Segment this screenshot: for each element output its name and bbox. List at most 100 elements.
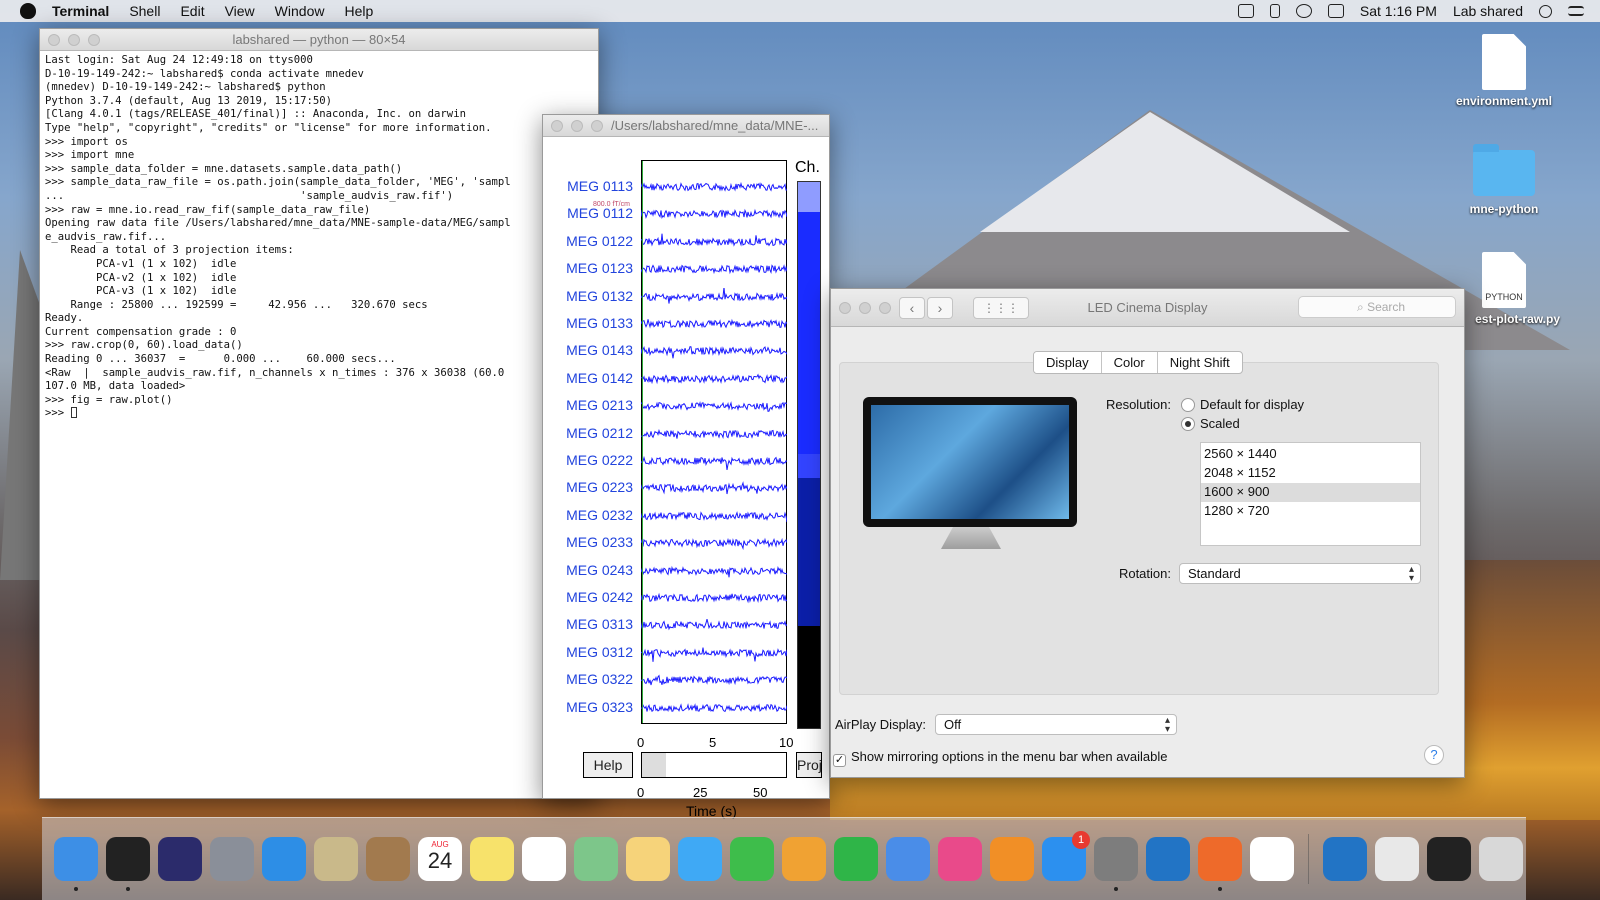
search-icon[interactable] <box>1539 4 1552 18</box>
forward-button[interactable]: › <box>927 296 953 319</box>
channel-label[interactable]: MEG 0132 <box>553 288 633 304</box>
app-store-icon[interactable]: 1 <box>1042 831 1090 881</box>
ibooks-icon[interactable] <box>990 837 1034 881</box>
mne-plot-canvas[interactable]: 800.0 fT/cm Ch. 0 5 10 Help Proj 0 25 50… <box>543 137 829 819</box>
channel-label[interactable]: MEG 0213 <box>553 397 633 413</box>
menu-list-icon[interactable] <box>1568 6 1584 16</box>
menu-view[interactable]: View <box>225 3 255 19</box>
resolution-option-selected[interactable]: 1600 × 900 <box>1201 483 1420 502</box>
numbers-icon[interactable] <box>834 837 878 881</box>
channel-label[interactable]: MEG 0143 <box>553 342 633 358</box>
minimize-button[interactable] <box>571 119 583 132</box>
tab-night-shift[interactable]: Night Shift <box>1158 352 1242 373</box>
trash-icon[interactable] <box>1479 837 1523 881</box>
menubar-clock[interactable]: Sat 1:16 PM <box>1360 3 1437 19</box>
mirroring-option[interactable]: ✓ Show mirroring options in the menu bar … <box>833 749 1168 767</box>
menubar-user[interactable]: Lab shared <box>1453 3 1523 19</box>
zoom-button[interactable] <box>88 33 100 46</box>
wifi-icon[interactable] <box>1295 4 1312 18</box>
terminal-titlebar[interactable]: labshared — python — 80×54 <box>40 29 598 51</box>
mne-raw-plot-window[interactable]: /Users/labshared/mne_data/MNE-... 800.0 … <box>542 114 830 819</box>
show-all-button[interactable]: ⋮⋮⋮ <box>973 296 1029 319</box>
itunes-icon[interactable] <box>938 837 982 881</box>
back-button[interactable]: ‹ <box>899 296 925 319</box>
document-icon[interactable] <box>1250 837 1294 881</box>
channel-label[interactable]: MEG 0323 <box>553 699 633 715</box>
tab-display[interactable]: Display <box>1034 352 1102 373</box>
resolution-option[interactable]: 2048 × 1152 <box>1201 464 1420 483</box>
tab-color[interactable]: Color <box>1102 352 1158 373</box>
displays-preferences-window[interactable]: ‹ › ⋮⋮⋮ LED Cinema Display ⌕ Search Disp… <box>830 288 1465 778</box>
zoom-button[interactable] <box>879 301 891 314</box>
contacts-icon[interactable] <box>366 837 410 881</box>
close-button[interactable] <box>48 33 60 46</box>
minimize-button[interactable] <box>859 301 871 314</box>
time-scrollbar[interactable] <box>641 752 787 778</box>
terminal-icon[interactable] <box>106 837 150 891</box>
channel-scrollbar[interactable] <box>797 181 821 729</box>
time-scrollbar-thumb[interactable] <box>642 753 666 777</box>
radio-button[interactable] <box>1181 416 1195 431</box>
mail-icon[interactable] <box>314 837 358 881</box>
vscode-icon[interactable] <box>1146 837 1190 881</box>
channel-label[interactable]: MEG 0212 <box>553 425 633 441</box>
rotation-select[interactable]: Standard ▴ ▾ <box>1179 563 1421 584</box>
shield-icon[interactable] <box>1237 4 1254 18</box>
menu-window[interactable]: Window <box>275 3 325 19</box>
help-button[interactable]: ? <box>1424 745 1444 765</box>
maps-icon[interactable] <box>574 837 618 881</box>
channel-label[interactable]: MEG 0133 <box>553 315 633 331</box>
radio-default-for-display[interactable]: Default for display <box>1181 397 1304 412</box>
system-preferences-icon[interactable] <box>1094 837 1138 891</box>
resolution-option[interactable]: 2560 × 1440 <box>1201 445 1420 464</box>
close-button[interactable] <box>839 301 851 314</box>
proj-button[interactable]: Proj <box>796 752 822 778</box>
terminal-doc-icon[interactable] <box>1427 837 1471 881</box>
messages-icon[interactable] <box>678 837 722 881</box>
facetime-icon[interactable] <box>730 837 774 881</box>
resolution-option[interactable]: 1280 × 720 <box>1201 502 1420 521</box>
vscode-doc-icon[interactable] <box>1323 837 1367 881</box>
mne-plot-titlebar[interactable]: /Users/labshared/mne_data/MNE-... <box>543 115 829 137</box>
photos-icon[interactable] <box>626 837 670 881</box>
channel-label[interactable]: MEG 0312 <box>553 644 633 660</box>
channel-label[interactable]: MEG 0112 <box>553 205 633 221</box>
firefox-icon[interactable] <box>1198 837 1242 891</box>
keynote-icon[interactable] <box>886 837 930 881</box>
channel-label[interactable]: MEG 0113 <box>553 178 633 194</box>
radio-scaled[interactable]: Scaled <box>1181 416 1240 431</box>
preview-icon[interactable] <box>1375 837 1419 881</box>
channel-label[interactable]: MEG 0242 <box>553 589 633 605</box>
desktop-file-environment[interactable]: environment.yml <box>1444 34 1564 108</box>
radio-button[interactable] <box>1181 397 1195 412</box>
app-menu[interactable]: Terminal <box>52 3 109 19</box>
terminal-window[interactable]: labshared — python — 80×54 Last login: S… <box>39 28 599 799</box>
desktop-folder-mne-python[interactable]: mne-python <box>1444 144 1564 216</box>
channel-label[interactable]: MEG 0313 <box>553 616 633 632</box>
channel-label[interactable]: MEG 0123 <box>553 260 633 276</box>
displays-titlebar[interactable]: ‹ › ⋮⋮⋮ LED Cinema Display ⌕ Search <box>831 289 1464 327</box>
close-button[interactable] <box>551 119 563 132</box>
launchpad-icon[interactable] <box>210 837 254 881</box>
safari-icon[interactable] <box>262 837 306 881</box>
airplay-icon[interactable] <box>1327 4 1344 18</box>
search-input[interactable]: ⌕ Search <box>1298 296 1456 318</box>
channel-label[interactable]: MEG 0223 <box>553 479 633 495</box>
apple-menu-icon[interactable] <box>20 3 36 19</box>
notes-icon[interactable] <box>470 837 514 881</box>
menu-edit[interactable]: Edit <box>180 3 204 19</box>
channel-label[interactable]: MEG 0232 <box>553 507 633 523</box>
zoom-button[interactable] <box>591 119 603 132</box>
calendar-icon[interactable]: AUG 24 <box>418 837 462 881</box>
channel-scrollbar-thumb[interactable] <box>798 182 820 212</box>
minimize-button[interactable] <box>68 33 80 46</box>
siri-icon[interactable] <box>158 837 202 881</box>
channel-label[interactable]: MEG 0122 <box>553 233 633 249</box>
menu-help[interactable]: Help <box>344 3 373 19</box>
finder-icon[interactable] <box>54 837 98 891</box>
reminders-icon[interactable] <box>522 837 566 881</box>
channel-label[interactable]: MEG 0142 <box>553 370 633 386</box>
mirroring-checkbox[interactable]: ✓ <box>833 754 846 767</box>
channel-label[interactable]: MEG 0322 <box>553 671 633 687</box>
bluetooth-icon[interactable] <box>1269 4 1280 18</box>
